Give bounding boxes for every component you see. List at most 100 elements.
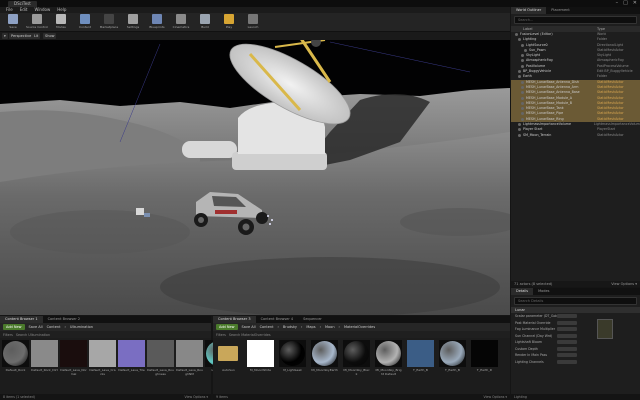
- build-button[interactable]: Build: [194, 13, 216, 31]
- outliner-row-label: Earth: [523, 74, 532, 79]
- tab-sequencer[interactable]: Sequencer: [298, 316, 327, 323]
- viewport-scene: [0, 32, 510, 315]
- path-folder[interactable]: MaterialOverrides: [344, 325, 375, 329]
- minimize-icon[interactable]: –: [616, 0, 619, 7]
- filters-button[interactable]: Filters: [216, 333, 226, 337]
- visibility-eye-icon[interactable]: [521, 91, 524, 95]
- modes-button[interactable]: Modes: [50, 13, 72, 31]
- view-options-button[interactable]: View Options ▾: [484, 394, 508, 400]
- maximize-icon[interactable]: □: [623, 0, 628, 7]
- path-folder[interactable]: Brudsky: [283, 325, 297, 329]
- close-icon[interactable]: ✕: [633, 0, 637, 7]
- asset-tile[interactable]: MI_MoonSky_Black: [343, 340, 370, 376]
- outliner-row-type: StaticMeshActor: [597, 132, 624, 137]
- path-folder[interactable]: Maps: [306, 325, 315, 329]
- visibility-eye-icon[interactable]: [518, 133, 521, 137]
- tab-details[interactable]: Details: [511, 288, 534, 295]
- details-footer[interactable]: Lighting: [511, 394, 640, 400]
- visibility-eye-icon[interactable]: [518, 70, 521, 74]
- asset-search-input[interactable]: Search Ulkumination: [16, 333, 50, 337]
- visibility-eye-icon[interactable]: [518, 38, 521, 42]
- world-outliner-panel: World Outliner Placement Search... Label…: [511, 7, 640, 287]
- tab-placement[interactable]: Placement: [546, 7, 574, 14]
- asset-tile[interactable]: T_Earth_D: [471, 340, 498, 376]
- asset-tile[interactable]: Default_Lava_Cracks: [89, 340, 116, 376]
- asset-tile[interactable]: Default_Lava_Normal: [60, 340, 87, 376]
- property-value-field[interactable]: [557, 314, 577, 318]
- visibility-eye-icon[interactable]: [515, 33, 518, 36]
- asset-tile[interactable]: M_LightLeak: [279, 340, 306, 376]
- marketplace-button[interactable]: Marketplace: [98, 13, 120, 31]
- content-button[interactable]: Content: [74, 13, 96, 31]
- details-search-input[interactable]: Search Details: [514, 297, 637, 305]
- visibility-eye-icon[interactable]: [521, 112, 524, 116]
- source-control-button[interactable]: Source Control: [26, 13, 48, 31]
- viewport-menu-button[interactable]: ▾: [2, 33, 8, 39]
- visibility-eye-icon[interactable]: [521, 107, 524, 111]
- property-value-field[interactable]: [557, 340, 577, 344]
- path-folder[interactable]: Moon: [325, 325, 335, 329]
- tab-modes[interactable]: Modes: [533, 288, 554, 295]
- asset-search-input[interactable]: Search MaterialOverrides: [229, 333, 271, 337]
- asset-tile[interactable]: T_Earth_B: [439, 340, 466, 376]
- save-all-button[interactable]: Save All: [242, 325, 256, 329]
- visibility-eye-icon[interactable]: [518, 123, 521, 127]
- path-content[interactable]: Content: [260, 325, 274, 329]
- view-options-button[interactable]: View Options ▾: [185, 394, 209, 400]
- play-button[interactable]: Play: [218, 13, 240, 31]
- property-value-field[interactable]: [557, 353, 577, 357]
- asset-tile[interactable]: AutoSun: [215, 340, 242, 376]
- path-folder[interactable]: Ulkumination: [70, 325, 93, 329]
- level-viewport[interactable]: ▾ Perspective Lit Show: [0, 32, 510, 315]
- tab-content-browser-2[interactable]: Content Browser 2: [43, 316, 86, 323]
- add-new-button[interactable]: Add New: [3, 324, 25, 330]
- outliner-row[interactable]: SM_Moon_Terrain StaticMeshActor: [511, 133, 640, 138]
- material-sphere-preview: [440, 341, 465, 366]
- visibility-eye-icon[interactable]: [521, 101, 524, 105]
- asset-tile[interactable]: Default_Rock_Dirt: [31, 340, 58, 376]
- property-value-field[interactable]: [557, 320, 577, 325]
- asset-tile[interactable]: T_Earth_B: [407, 340, 434, 376]
- asset-tile[interactable]: MI_MoonSkyEarth: [311, 340, 338, 376]
- add-new-button[interactable]: Add New: [216, 324, 238, 330]
- blueprints-button[interactable]: Blueprints: [146, 13, 168, 31]
- tab-content-browser-3[interactable]: Content Browser 3: [213, 316, 256, 323]
- visibility-eye-icon[interactable]: [521, 54, 524, 58]
- save-all-button[interactable]: Save All: [29, 325, 43, 329]
- visibility-eye-icon[interactable]: [521, 43, 524, 47]
- visibility-eye-icon[interactable]: [521, 80, 524, 84]
- asset-tile[interactable]: Default_Lava_Tile: [118, 340, 145, 376]
- view-options-button[interactable]: View Options ▾: [611, 281, 637, 287]
- visibility-eye-icon[interactable]: [521, 117, 524, 121]
- property-value-field[interactable]: [557, 333, 577, 338]
- show-flags-button[interactable]: Show: [43, 33, 57, 39]
- visibility-eye-icon[interactable]: [524, 48, 527, 52]
- visibility-eye-icon[interactable]: [521, 96, 524, 100]
- outliner-search-input[interactable]: Search...: [514, 16, 637, 24]
- lighting-mode-button[interactable]: Lit: [32, 33, 41, 39]
- view-mode-button[interactable]: Perspective: [9, 33, 34, 39]
- visibility-eye-icon[interactable]: [521, 64, 524, 68]
- asset-tile[interactable]: Default_Lava_Roughness: [147, 340, 174, 376]
- cinematics-button[interactable]: Cinematics: [170, 13, 192, 31]
- property-value-field[interactable]: [557, 327, 577, 331]
- tab-content-browser-1[interactable]: Content Browser 1: [0, 316, 43, 323]
- asset-tile[interactable]: Default_Rock: [2, 340, 29, 376]
- filters-button[interactable]: Filters: [3, 333, 13, 337]
- property-value-field[interactable]: [557, 346, 577, 351]
- visibility-eye-icon[interactable]: [521, 59, 524, 63]
- tab-content-browser-4[interactable]: Content Browser 4: [256, 316, 299, 323]
- settings-button[interactable]: Settings: [122, 13, 144, 31]
- asset-tile[interactable]: M_MoonWhite: [247, 340, 274, 376]
- asset-tile[interactable]: Default_Lava_RoughNM: [176, 340, 203, 376]
- launch-button[interactable]: Launch: [242, 13, 264, 31]
- property-value-field[interactable]: [557, 359, 577, 364]
- visibility-eye-icon[interactable]: [521, 85, 524, 89]
- visibility-eye-icon[interactable]: [518, 128, 521, 132]
- path-content[interactable]: Content: [47, 325, 61, 329]
- visibility-eye-icon[interactable]: [518, 75, 521, 79]
- tab-world-outliner[interactable]: World Outliner: [511, 7, 547, 14]
- asset-tile[interactable]: MI_MoonSky_Bright Default: [375, 340, 402, 376]
- save-button[interactable]: Save: [2, 13, 24, 31]
- material-thumbnail[interactable]: [597, 319, 613, 339]
